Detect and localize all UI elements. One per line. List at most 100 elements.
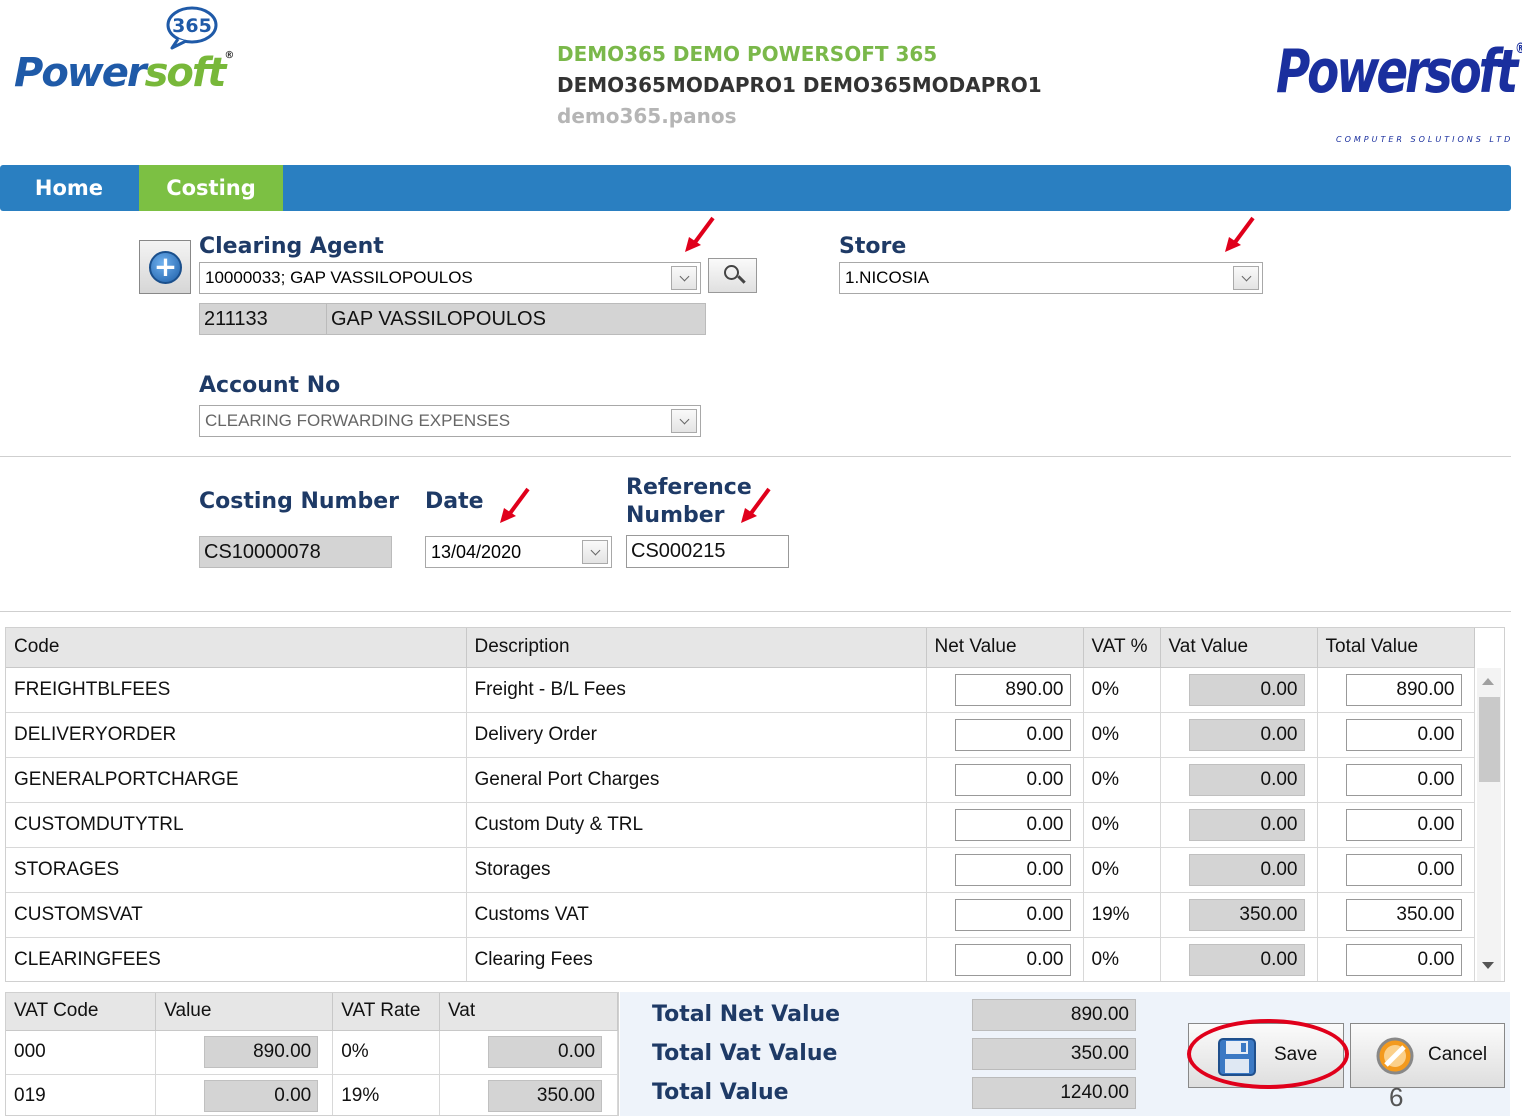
section-divider [0,611,1511,612]
agent-name-display: GAP VASSILOPOULOS [326,303,706,335]
table-row: 000 890.00 0% 0.00 [6,1030,618,1075]
row-vat-pct: 19% [1083,892,1161,938]
table-row: 019 0.00 19% 350.00 [6,1074,618,1115]
net-value-input[interactable]: 0.00 [954,763,1071,796]
tab-costing[interactable]: Costing [139,165,283,211]
costing-lines-grid: Code Description Net Value VAT % Vat Val… [5,627,1505,982]
vat-row-code: 000 [6,1030,157,1075]
table-row[interactable]: CUSTOMSVAT Customs VAT 0.00 19% 350.00 3… [6,892,1475,938]
column-header-code[interactable]: Code [6,628,467,668]
vat-summary-table: VAT Code Value VAT Rate Vat 000 890.00 0… [6,993,618,1115]
annotation-arrow-icon [741,487,771,523]
vat-row-vat: 350.00 [488,1080,603,1112]
row-description: Custom Duty & TRL [466,802,927,848]
clearing-agent-label: Clearing Agent [199,234,384,259]
store-label: Store [839,234,907,259]
cancel-icon [1376,1037,1414,1075]
account-no-select[interactable]: CLEARING FORWARDING EXPENSES [199,405,701,437]
costing-number-label: Costing Number [199,489,399,514]
vat-row-rate: 19% [332,1074,441,1115]
vat-value-display: 0.00 [1188,808,1305,841]
table-row[interactable]: DELIVERYORDER Delivery Order 0.00 0% 0.0… [6,712,1475,758]
vat-value-display: 0.00 [1188,763,1305,796]
net-value-input[interactable]: 0.00 [954,898,1071,931]
net-value-input[interactable]: 0.00 [954,853,1071,886]
total-vat-value: 350.00 [972,1038,1136,1070]
scroll-down-icon[interactable] [1482,962,1494,969]
total-vat-value-label: Total Vat Value [652,1041,838,1066]
column-header-total-value[interactable]: Total Value [1317,628,1475,668]
row-code: STORAGES [6,847,467,893]
table-row[interactable]: CLEARINGFEES Clearing Fees 0.00 0% 0.00 … [6,937,1475,981]
row-code: FREIGHTBLFEES [6,667,467,713]
total-value-input[interactable]: 890.00 [1345,673,1462,706]
total-value-input[interactable]: 0.00 [1345,853,1462,886]
clearing-agent-search-button[interactable] [708,258,757,293]
column-header-vat-code: VAT Code [6,993,157,1031]
date-label: Date [425,489,484,514]
total-value-input[interactable]: 0.00 [1345,763,1462,796]
cancel-button-label: Cancel [1428,1044,1488,1065]
row-vat-pct: 0% [1083,712,1161,758]
store-select[interactable]: 1.NICOSIA [839,262,1263,294]
column-header-description[interactable]: Description [466,628,927,668]
total-value-label: Total Value [652,1080,789,1105]
account-no-label: Account No [199,373,341,398]
row-code: CLEARINGFEES [6,937,467,981]
scroll-up-icon[interactable] [1482,678,1494,685]
annotation-arrow-icon [685,216,715,252]
column-header-vat-pct[interactable]: VAT % [1083,628,1161,668]
chevron-down-icon[interactable] [582,540,608,564]
cancel-button[interactable]: Cancel [1350,1023,1505,1088]
row-description: Storages [466,847,927,893]
annotation-arrow-icon [1225,216,1255,252]
table-row[interactable]: FREIGHTBLFEES Freight - B/L Fees 890.00 … [6,667,1475,713]
grid-scroll-thumb[interactable] [1479,697,1500,782]
chevron-down-icon[interactable] [1233,266,1259,290]
total-value-input[interactable]: 0.00 [1345,808,1462,841]
total-net-value-label: Total Net Value [652,1002,841,1027]
vat-value-display: 0.00 [1188,853,1305,886]
clearing-agent-select[interactable]: 10000033; GAP VASSILOPOULOS [199,262,701,294]
total-value-input[interactable]: 0.00 [1345,943,1462,976]
net-value-input[interactable]: 0.00 [954,943,1071,976]
reference-label-line2: Number [626,503,725,528]
chevron-down-icon[interactable] [671,409,697,433]
column-header-vat-value[interactable]: Vat Value [1160,628,1318,668]
tab-home[interactable]: Home [0,165,138,211]
vat-value-display: 0.00 [1188,943,1305,976]
table-row[interactable]: STORAGES Storages 0.00 0% 0.00 0.00 [6,847,1475,893]
total-value-input[interactable]: 0.00 [1345,718,1462,751]
vat-row-rate: 0% [332,1030,441,1075]
company-name: DEMO365 DEMO POWERSOFT 365 [557,42,938,66]
column-header-value: Value [155,993,334,1031]
column-header-vat: Vat [439,993,618,1031]
reference-label-line1: Reference [626,475,752,500]
add-clearing-agent-button[interactable]: + [139,240,191,294]
column-header-net-value[interactable]: Net Value [926,628,1084,668]
table-row[interactable]: CUSTOMDUTYTRL Custom Duty & TRL 0.00 0% … [6,802,1475,848]
annotation-highlight-ring [1187,1019,1349,1089]
net-value-input[interactable]: 890.00 [954,673,1071,706]
logo-left-power: Power [14,50,147,96]
store-value: 1.NICOSIA [845,268,930,287]
row-code: DELIVERYORDER [6,712,467,758]
database-name: DEMO365MODAPRO1 DEMO365MODAPRO1 [557,73,1042,97]
vat-row-code: 019 [6,1074,157,1115]
date-picker[interactable]: 13/04/2020 [425,536,612,568]
reference-number-input[interactable]: CS000215 [626,535,789,568]
annotation-arrow-icon [500,487,530,523]
net-value-input[interactable]: 0.00 [954,718,1071,751]
vat-row-value: 890.00 [204,1036,319,1068]
row-vat-pct: 0% [1083,757,1161,803]
vat-value-display: 350.00 [1188,898,1305,931]
net-value-input[interactable]: 0.00 [954,808,1071,841]
table-row[interactable]: GENERALPORTCHARGE General Port Charges 0… [6,757,1475,803]
clearing-agent-value: 10000033; GAP VASSILOPOULOS [205,268,473,287]
row-vat-pct: 0% [1083,802,1161,848]
page-number: 6 [1389,1082,1404,1112]
chevron-down-icon[interactable] [671,266,697,290]
total-value-input[interactable]: 350.00 [1345,898,1462,931]
vat-summary-grid: VAT Code Value VAT Rate Vat 000 890.00 0… [5,992,619,1116]
row-code: CUSTOMDUTYTRL [6,802,467,848]
